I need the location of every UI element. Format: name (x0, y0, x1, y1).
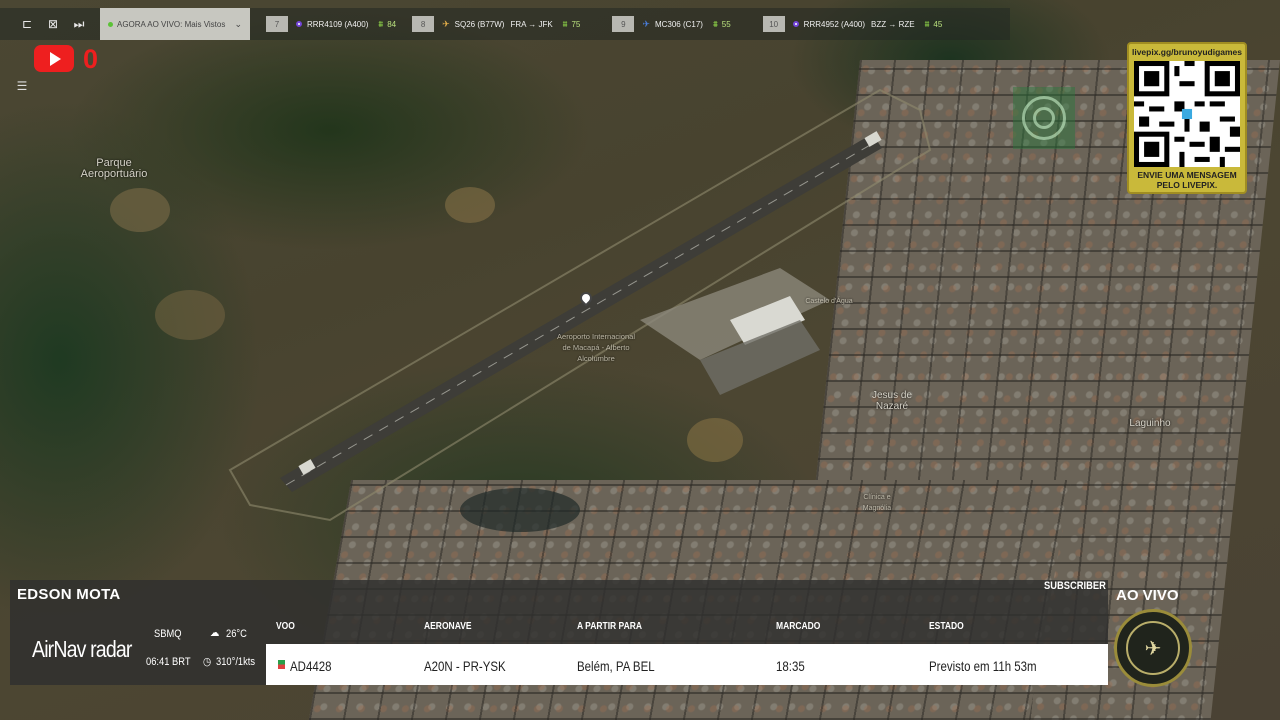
chevron-down-icon: ⌄ (234, 18, 242, 29)
ticker-item-10[interactable]: 10 RRR4952 (A400) BZZ → RZE ⩩ 45 (731, 8, 943, 40)
header-from-to: A PARTIR PARA (577, 621, 643, 632)
youtube-counter: 0 (83, 44, 99, 74)
map-label-clinic: Clínica e Magnólia (862, 494, 892, 512)
live-status-dot (108, 21, 113, 27)
aircraft-type: A20N - PR-YSK (424, 658, 506, 674)
live-label: AO VIVO (1116, 587, 1179, 604)
ticker-flight: RRR4109 (A400) (307, 19, 369, 29)
flight-info-panel: EDSON MOTA AirNav radar SBMQ ☁ 26°C 06:4… (10, 580, 1108, 685)
viewers-icon: ⩩ (562, 18, 568, 29)
ticker-count: 55 (721, 19, 731, 29)
local-time: 06:41 BRT (146, 656, 191, 668)
map-label-laguinho: Laguinho (1129, 418, 1171, 429)
ticker-route: FRA → JFK (510, 19, 553, 29)
channel-logo: ✈ (1114, 609, 1192, 687)
pilot-name: EDSON MOTA (17, 586, 121, 603)
live-selector[interactable]: AGORA AO VIVO: Mais Vistos ⌄ (100, 8, 250, 40)
qr-code-icon (1134, 61, 1240, 167)
ticker-route: BZZ → RZE (871, 19, 915, 29)
viewers-icon: ⩩ (712, 18, 718, 29)
flight-row[interactable]: AD4428 A20N - PR-YSK Belém, PA BEL 18:35… (266, 644, 1108, 685)
skip-next-icon[interactable]: ⏭ (66, 8, 92, 40)
livepix-url: livepix.gg/brunoyudigames (1131, 47, 1243, 57)
airplane-icon: ✈ (1126, 621, 1180, 675)
header-flight: VOO (276, 621, 295, 632)
list-icon[interactable]: ☰ (12, 77, 32, 95)
scheduled-time: 18:35 (776, 658, 805, 674)
aircraft-marker-icon (296, 21, 302, 27)
ticker-rank: 10 (762, 16, 785, 32)
top-ticker-bar: ⊏ ⊠ ⏭ AGORA AO VIVO: Mais Vistos ⌄ 7 RRR… (0, 8, 1010, 40)
ticker-count: 75 (571, 19, 581, 29)
route: Belém, PA BEL (577, 658, 655, 674)
radar-icon[interactable] (1013, 87, 1075, 149)
livepix-qr-panel[interactable]: livepix.gg/brunoyudigames ENVIE UMA MENS… (1127, 42, 1247, 194)
ticker-item-9[interactable]: 9 ✈ MC306 (C17) ⩩ 55 (580, 8, 731, 40)
flight-number: AD4428 (290, 658, 332, 674)
viewers-icon: ⩩ (378, 18, 384, 29)
ticker-item-7[interactable]: 7 RRR4109 (A400) ⩩ 84 (250, 8, 396, 40)
ticker-flight: SQ26 (B77W) (454, 19, 505, 29)
header-aircraft: AERONAVE (424, 621, 472, 632)
ticker-rank: 8 (412, 16, 435, 32)
youtube-icon[interactable] (34, 45, 74, 72)
map-label-park: Parque Aeroportuário (80, 157, 148, 180)
viewers-icon: ⩩ (924, 18, 930, 29)
temperature: 26°C (226, 628, 247, 640)
close-panel-icon[interactable]: ⊠ (40, 8, 66, 40)
airnav-logo: AirNav radar (32, 636, 132, 662)
livepix-message: ENVIE UMA MENSAGEM PELO LIVEPIX. (1137, 170, 1237, 190)
airport-code: SBMQ (154, 628, 182, 640)
map-label-airport: Aeroporto Internacional de Macapá - Albe… (557, 332, 635, 363)
header-status: ESTADO (929, 621, 964, 632)
airplane-icon: ✈ (642, 18, 650, 29)
cloud-icon: ☁ (210, 627, 220, 639)
header-scheduled: MARCADO (776, 621, 821, 632)
wind-icon: ◷ (203, 656, 212, 668)
ticker-flight: MC306 (C17) (654, 19, 703, 29)
wind: 310°/1kts (216, 656, 256, 668)
ticker-flight: RRR4952 (A400) (803, 19, 866, 29)
ticker-item-8[interactable]: 8 ✈ SQ26 (B77W) FRA → JFK ⩩ 75 (396, 8, 580, 40)
flight-status: Previsto em 11h 53m (929, 658, 1037, 674)
map-label-jesus-de-nazare: Jesus de Nazaré (871, 390, 913, 412)
sidebar-toggle-icon[interactable]: ⊏ (14, 8, 40, 40)
ticker-rank: 7 (266, 16, 288, 32)
ticker-rank: 9 (612, 16, 635, 32)
map-label-water-tank: Castelo d'Água (805, 298, 853, 305)
ticker-count: 84 (387, 19, 397, 29)
subscriber-label: SUBSCRIBER (1044, 580, 1106, 592)
airline-logo-icon (278, 660, 285, 669)
aircraft-marker-icon (792, 21, 799, 27)
live-selector-label: AGORA AO VIVO: Mais Vistos (117, 19, 226, 29)
ticker-count: 45 (933, 19, 943, 29)
airplane-icon: ✈ (442, 18, 450, 29)
